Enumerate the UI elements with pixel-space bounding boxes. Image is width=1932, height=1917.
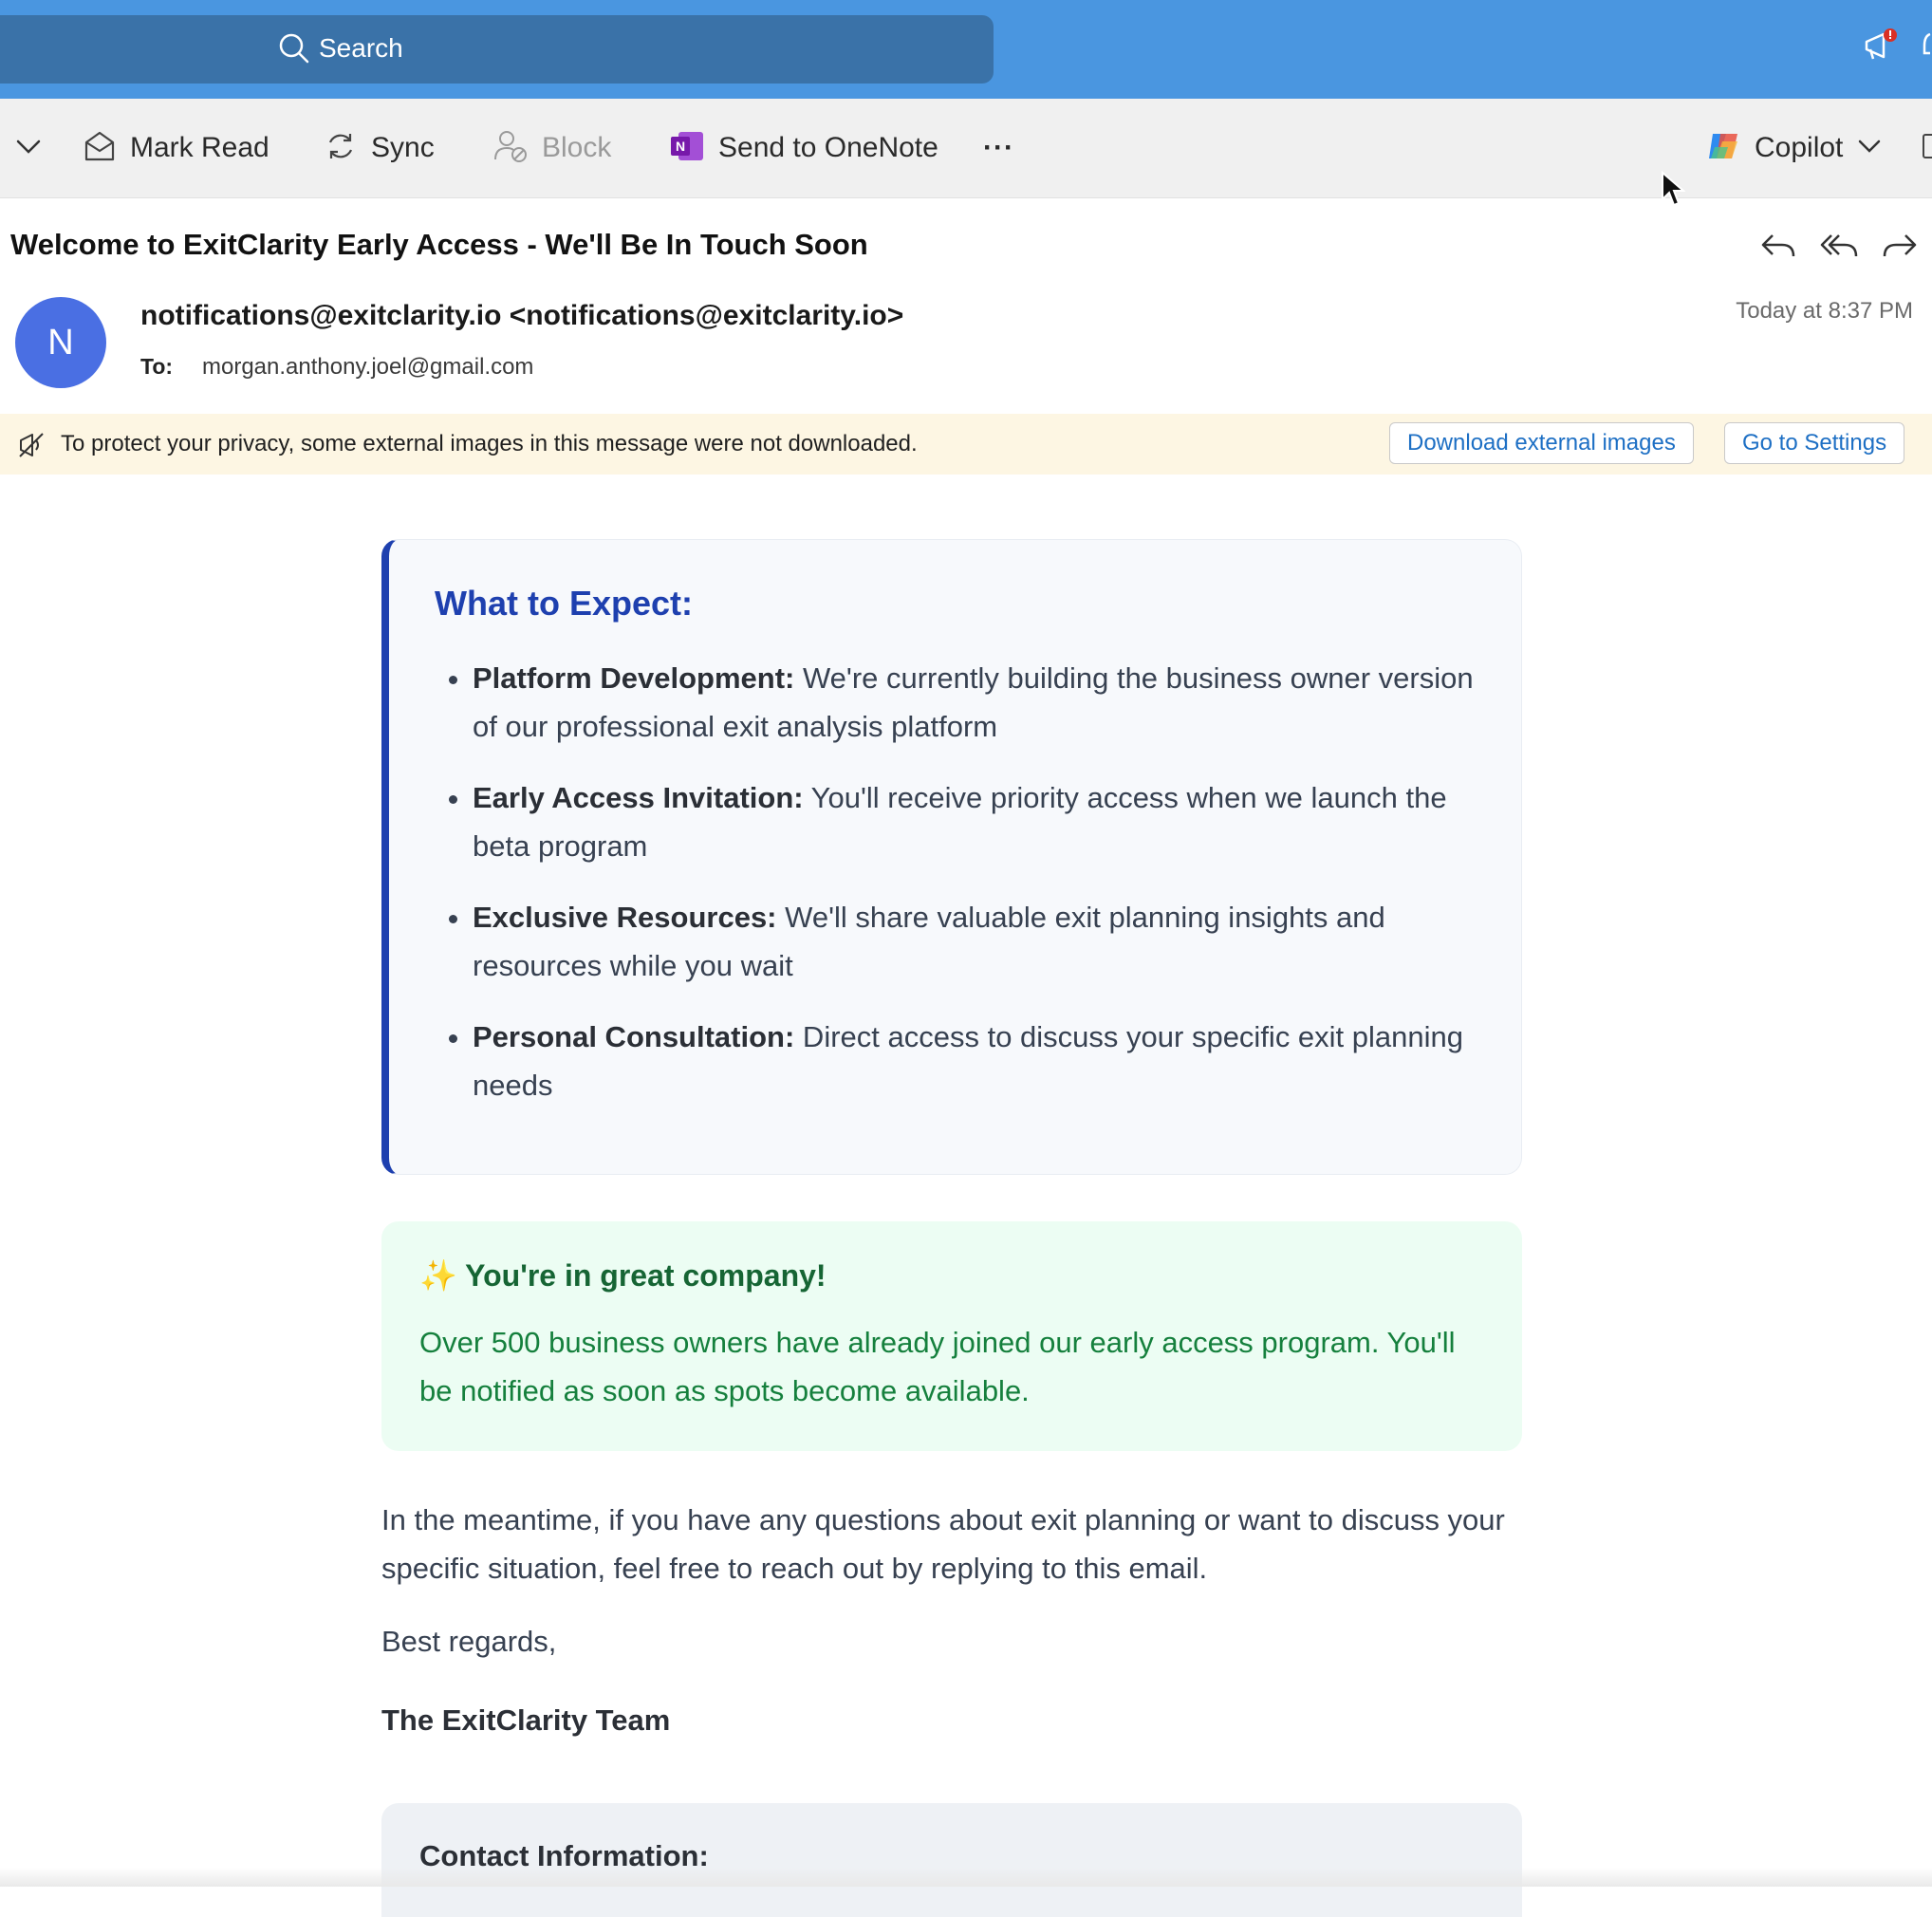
- message-date: Today at 8:37 PM: [1736, 298, 1913, 324]
- search-placeholder: Search: [319, 33, 403, 63]
- privacy-banner-text: To protect your privacy, some external i…: [61, 431, 918, 456]
- item-label: Personal Consultation:: [473, 1020, 795, 1053]
- copilot-icon: [1705, 128, 1741, 169]
- block-button[interactable]: Block: [492, 99, 611, 197]
- sync-button[interactable]: Sync: [324, 99, 435, 197]
- toolbar-overflow-button[interactable]: [1923, 99, 1932, 197]
- more-actions-button[interactable]: ···: [983, 99, 1014, 197]
- sign-off: Best regards,: [381, 1625, 557, 1658]
- more-actions-label: ···: [983, 132, 1014, 163]
- expect-list: Platform Development: We're currently bu…: [435, 654, 1478, 1132]
- search-box[interactable]: Search: [0, 15, 994, 84]
- panel-icon: [1923, 132, 1932, 165]
- mouse-cursor-icon: [1661, 170, 1686, 214]
- message-subject: Welcome to ExitClarity Early Access - We…: [10, 228, 868, 261]
- sync-icon: [324, 129, 358, 168]
- bottom-edge-shadow: [0, 1868, 1932, 1887]
- to-label: To:: [140, 354, 174, 379]
- reply-all-icon[interactable]: [1820, 228, 1858, 270]
- item-label: Platform Development:: [473, 661, 795, 695]
- onenote-icon: N: [669, 128, 705, 169]
- list-item: Exclusive Resources: We'll share valuabl…: [473, 893, 1478, 990]
- top-header-bar: Search: [0, 0, 1932, 99]
- sender-address[interactable]: notifications@exitclarity.io <notificati…: [140, 300, 903, 332]
- toolbar-collapse-button[interactable]: [13, 99, 44, 197]
- svg-text:N: N: [676, 139, 685, 154]
- list-item: Early Access Invitation: You'll receive …: [473, 773, 1478, 870]
- copilot-button[interactable]: Copilot: [1705, 99, 1883, 197]
- sync-label: Sync: [371, 132, 435, 163]
- item-label: Exclusive Resources:: [473, 901, 777, 934]
- what-to-expect-card: What to Expect: Platform Development: We…: [381, 539, 1522, 1175]
- recipient-address[interactable]: morgan.anthony.joel@gmail.com: [202, 354, 533, 381]
- company-text: Over 500 business owners have already jo…: [419, 1326, 1456, 1407]
- expect-title: What to Expect:: [435, 584, 694, 623]
- forward-icon[interactable]: [1881, 228, 1919, 270]
- privacy-banner: To protect your privacy, some external i…: [0, 414, 1932, 475]
- envelope-open-icon: [83, 129, 117, 168]
- block-label: Block: [542, 132, 612, 163]
- great-company-card: ✨ You're in great company! Over 500 busi…: [381, 1221, 1522, 1451]
- send-to-onenote-label: Send to OneNote: [718, 132, 938, 163]
- chevron-down-icon: [13, 131, 44, 166]
- meantime-paragraph: In the meantime, if you have any questio…: [381, 1503, 1505, 1585]
- bell-icon[interactable]: [1923, 27, 1932, 69]
- item-label: Early Access Invitation:: [473, 781, 804, 814]
- block-user-icon: [492, 128, 529, 169]
- company-title: ✨ You're in great company!: [419, 1258, 827, 1293]
- list-item: Personal Consultation: Direct access to …: [473, 1013, 1478, 1109]
- signature-team: The ExitClarity Team: [381, 1703, 671, 1737]
- mark-read-label: Mark Read: [130, 132, 269, 163]
- go-to-settings-button[interactable]: Go to Settings: [1724, 422, 1905, 464]
- message-toolbar: Mark Read Sync Block N Send to OneNote ·…: [0, 99, 1932, 198]
- send-to-onenote-button[interactable]: N Send to OneNote: [669, 99, 938, 197]
- copilot-label: Copilot: [1755, 132, 1844, 163]
- download-images-button[interactable]: Download external images: [1389, 422, 1694, 464]
- reply-icon[interactable]: [1759, 228, 1797, 270]
- privacy-shield-icon: [17, 431, 46, 464]
- search-icon: [278, 32, 310, 69]
- announcement-icon[interactable]: [1861, 27, 1899, 69]
- chevron-down-icon: [1856, 133, 1883, 164]
- mark-read-button[interactable]: Mark Read: [83, 99, 269, 197]
- list-item: Platform Development: We're currently bu…: [473, 654, 1478, 751]
- contact-information-card: Contact Information:: [381, 1803, 1522, 1917]
- sender-avatar[interactable]: N: [15, 297, 106, 388]
